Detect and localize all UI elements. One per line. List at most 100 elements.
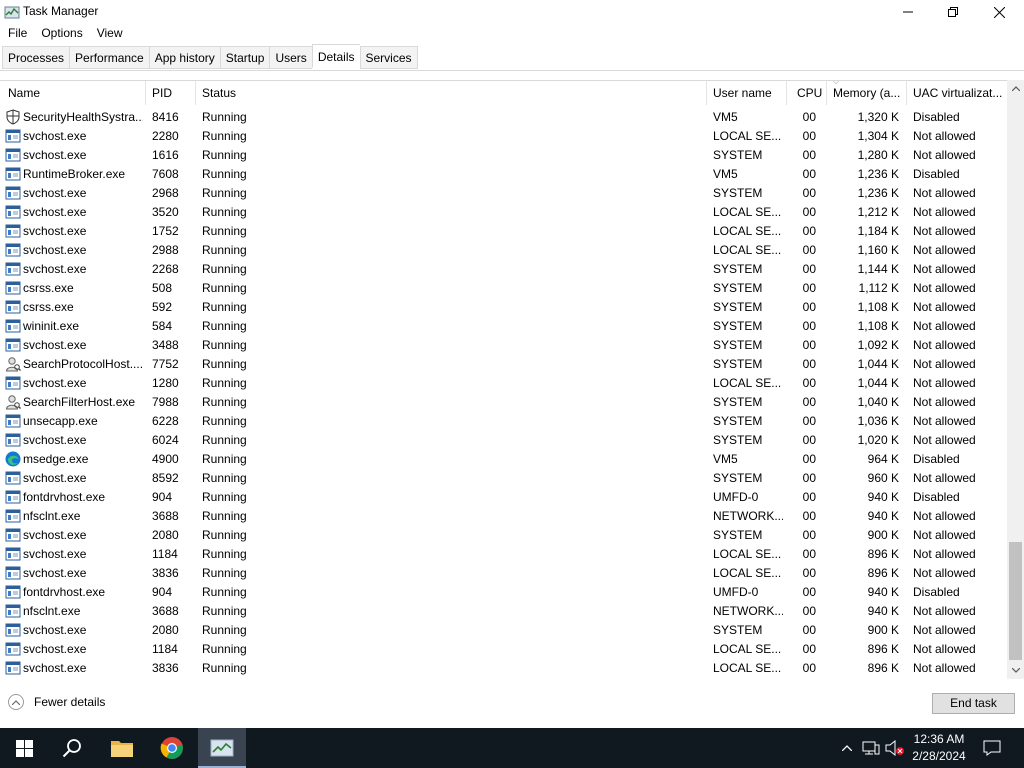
tab-startup[interactable]: Startup	[219, 46, 270, 69]
column-header-name[interactable]: Name	[2, 81, 146, 105]
process-pid: 3688	[152, 604, 179, 618]
process-uac-virtualization: Not allowed	[913, 547, 976, 561]
table-row[interactable]: msedge.exe 4900 Running VM5 00 964 K Disabled	[0, 450, 1007, 469]
column-header-cpu[interactable]: CPU	[787, 81, 827, 105]
clock-date: 2/28/2024	[912, 749, 966, 763]
column-header-uac-virtualization[interactable]: UAC virtualizat...	[907, 81, 1007, 105]
minimize-button[interactable]	[885, 0, 931, 24]
menu-options[interactable]: Options	[34, 24, 89, 44]
tab-processes[interactable]: Processes	[2, 46, 70, 69]
table-row[interactable]: svchost.exe 3836 Running LOCAL SE... 00 896 K…	[0, 659, 1007, 678]
process-uac-virtualization: Not allowed	[913, 661, 976, 675]
process-uac-virtualization: Not allowed	[913, 338, 976, 352]
table-row[interactable]: fontdrvhost.exe 904 Running UMFD-0 00 940 K Di…	[0, 488, 1007, 507]
table-row[interactable]: svchost.exe 1280 Running LOCAL SE... 00 1,044…	[0, 374, 1007, 393]
table-row[interactable]: svchost.exe 1616 Running SYSTEM 00 1,280 K Not…	[0, 146, 1007, 165]
table-row[interactable]: svchost.exe 3520 Running LOCAL SE... 00 1,212…	[0, 203, 1007, 222]
table-row[interactable]: svchost.exe 2268 Running SYSTEM 00 1,144 K Not…	[0, 260, 1007, 279]
chrome-button[interactable]	[148, 728, 196, 768]
volume-muted-icon	[885, 740, 904, 756]
end-task-button[interactable]: End task	[932, 693, 1015, 714]
table-row[interactable]: svchost.exe 2080 Running SYSTEM 00 900 K Not a…	[0, 526, 1007, 545]
process-user-name: SYSTEM	[713, 433, 763, 447]
restore-button[interactable]	[930, 0, 976, 24]
process-pid: 3688	[152, 509, 179, 523]
menu-view[interactable]: View	[90, 24, 130, 44]
process-name: svchost.exe	[23, 528, 87, 542]
table-row[interactable]: svchost.exe 1752 Running LOCAL SE... 00 1,184…	[0, 222, 1007, 241]
scroll-down-arrow-icon[interactable]	[1007, 662, 1024, 679]
file-explorer-button[interactable]	[98, 728, 146, 768]
process-pid: 8592	[152, 471, 179, 485]
service-host-icon	[5, 413, 21, 429]
column-header-status[interactable]: Status	[196, 81, 707, 105]
table-row[interactable]: svchost.exe 6024 Running SYSTEM 00 1,020 K Not…	[0, 431, 1007, 450]
table-row[interactable]: fontdrvhost.exe 904 Running UMFD-0 00 940 K Di…	[0, 583, 1007, 602]
process-name: svchost.exe	[23, 376, 87, 390]
table-row[interactable]: svchost.exe 1184 Running LOCAL SE... 00 896 K…	[0, 545, 1007, 564]
tab-users[interactable]: Users	[269, 46, 312, 69]
table-row[interactable]: svchost.exe 2280 Running LOCAL SE... 00 1,304…	[0, 127, 1007, 146]
table-row[interactable]: svchost.exe 2080 Running SYSTEM 00 900 K Not a…	[0, 621, 1007, 640]
process-pid: 904	[152, 490, 173, 504]
column-header-user-name[interactable]: User name	[707, 81, 787, 105]
network-button[interactable]	[860, 728, 882, 768]
process-name: nfsclnt.exe	[23, 604, 81, 618]
menu-file[interactable]: File	[0, 24, 34, 44]
process-pid: 904	[152, 585, 173, 599]
process-uac-virtualization: Not allowed	[913, 205, 976, 219]
column-header-pid[interactable]: PID	[146, 81, 196, 105]
table-row[interactable]: csrss.exe 508 Running SYSTEM 00 1,112 K Not al…	[0, 279, 1007, 298]
table-row[interactable]: wininit.exe 584 Running SYSTEM 00 1,108 K Not …	[0, 317, 1007, 336]
table-row[interactable]: svchost.exe 1184 Running LOCAL SE... 00 896 K…	[0, 640, 1007, 659]
process-cpu: 00	[802, 642, 816, 656]
process-status: Running	[202, 243, 247, 257]
close-button[interactable]	[976, 0, 1022, 24]
table-row[interactable]: svchost.exe 2988 Running LOCAL SE... 00 1,160…	[0, 241, 1007, 260]
fewer-details-link[interactable]: Fewer details	[8, 694, 105, 710]
scrollbar-thumb[interactable]	[1009, 542, 1022, 660]
process-cpu: 00	[802, 129, 816, 143]
table-row[interactable]: RuntimeBroker.exe 7608 Running VM5 00 1,236 K…	[0, 165, 1007, 184]
service-host-icon	[5, 470, 21, 486]
table-row[interactable]: SecurityHealthSystra... 8416 Running VM5 00 1…	[0, 108, 1007, 127]
process-status: Running	[202, 471, 247, 485]
process-status: Running	[202, 433, 247, 447]
process-cpu: 00	[802, 205, 816, 219]
table-row[interactable]: svchost.exe 2968 Running SYSTEM 00 1,236 K Not…	[0, 184, 1007, 203]
process-name: svchost.exe	[23, 186, 87, 200]
task-manager-taskbar-button[interactable]	[198, 728, 246, 768]
start-button[interactable]	[0, 728, 48, 768]
table-row[interactable]: svchost.exe 3488 Running SYSTEM 00 1,092 K Not…	[0, 336, 1007, 355]
fewer-details-label: Fewer details	[34, 695, 106, 709]
tab-services[interactable]: Services	[359, 46, 418, 69]
table-row[interactable]: svchost.exe 8592 Running SYSTEM 00 960 K Not a…	[0, 469, 1007, 488]
process-cpu: 00	[802, 110, 816, 124]
process-user-name: LOCAL SE...	[713, 205, 782, 219]
process-uac-virtualization: Not allowed	[913, 623, 976, 637]
table-row[interactable]: csrss.exe 592 Running SYSTEM 00 1,108 K Not al…	[0, 298, 1007, 317]
title-bar[interactable]: Task Manager	[0, 0, 1024, 24]
tab-details[interactable]: Details	[311, 44, 360, 68]
table-row[interactable]: unsecapp.exe 6228 Running SYSTEM 00 1,036 K No…	[0, 412, 1007, 431]
scroll-up-arrow-icon[interactable]	[1007, 80, 1024, 97]
action-center-button[interactable]	[980, 728, 1004, 768]
tab-app-history[interactable]: App history	[148, 46, 220, 69]
table-row[interactable]: nfsclnt.exe 3688 Running NETWORK... 00 940 K N…	[0, 602, 1007, 621]
service-host-icon	[5, 660, 21, 676]
table-row[interactable]: svchost.exe 3836 Running LOCAL SE... 00 896 K…	[0, 564, 1007, 583]
table-row[interactable]: SearchFilterHost.exe 7988 Running SYSTEM 00 1…	[0, 393, 1007, 412]
process-cpu: 00	[802, 281, 816, 295]
process-cpu: 00	[802, 433, 816, 447]
taskbar-clock[interactable]: 12:36 AM 2/28/2024	[905, 731, 973, 765]
table-row[interactable]: SearchProtocolHost.... 7752 Running SYSTEM 0…	[0, 355, 1007, 374]
volume-button[interactable]	[884, 728, 906, 768]
process-user-name: SYSTEM	[713, 300, 763, 314]
tab-performance[interactable]: Performance	[69, 46, 149, 69]
table-row[interactable]: nfsclnt.exe 3688 Running NETWORK... 00 940 K N…	[0, 507, 1007, 526]
process-name: SecurityHealthSystra...	[23, 110, 143, 124]
process-memory: 1,036 K	[857, 414, 899, 428]
show-hidden-icons-button[interactable]	[838, 728, 856, 768]
search-button[interactable]	[48, 728, 96, 768]
vertical-scrollbar[interactable]	[1007, 80, 1024, 679]
